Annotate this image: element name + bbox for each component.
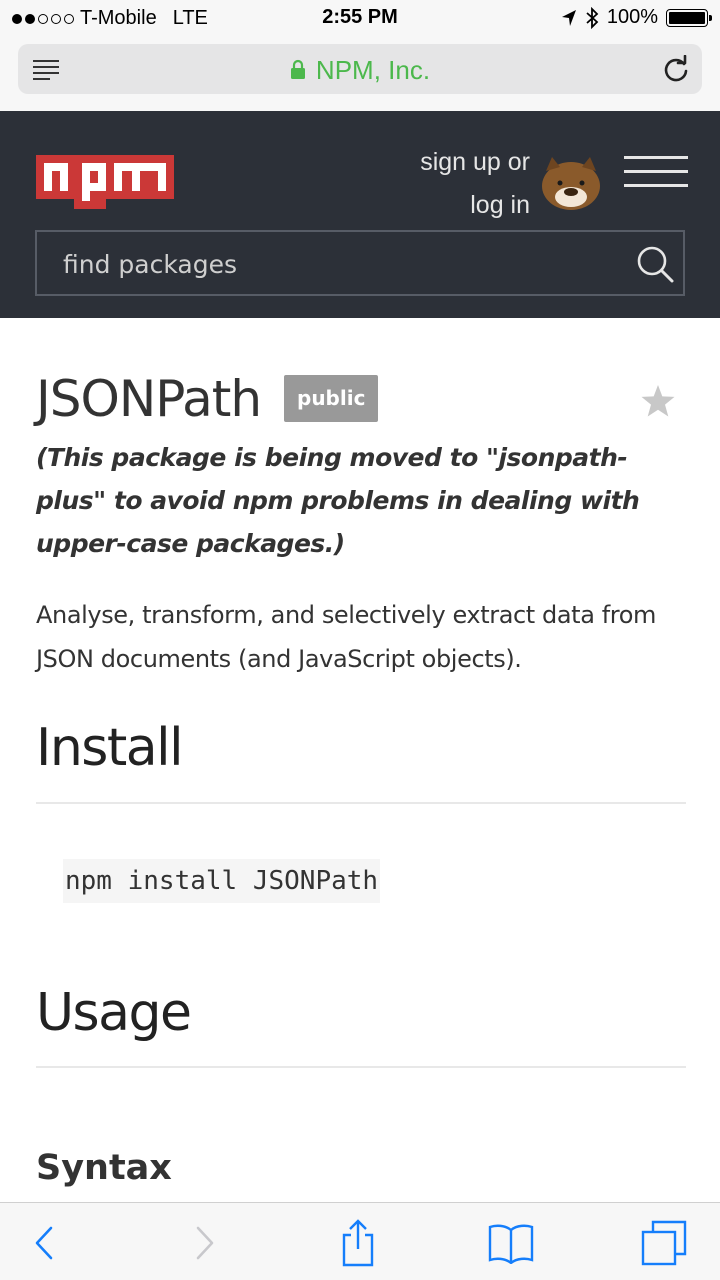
package-description: Analyse, transform, and selectively extr… [36,601,656,673]
back-button[interactable] [21,1219,69,1267]
browser-toolbar [0,1202,720,1280]
share-icon [342,1219,374,1267]
auth-links: sign up or log in [420,141,530,227]
url-display[interactable]: NPM, Inc. [18,55,702,86]
npm-logo[interactable] [36,155,174,209]
star-icon[interactable] [640,384,676,418]
package-name: JSONPath [36,370,262,428]
bluetooth-icon [586,6,599,29]
search-icon[interactable] [635,244,675,284]
location-icon [561,9,576,26]
tabs-button[interactable] [640,1219,688,1267]
usage-heading: Usage [36,983,192,1043]
visibility-badge: public [284,375,379,422]
url-text: NPM, Inc. [315,55,431,85]
wombat-avatar-icon[interactable] [540,153,602,211]
package-notice: (This package is being moved to "jsonpat… [36,443,640,558]
divider [36,1066,686,1068]
bookmarks-button[interactable] [487,1219,535,1267]
tabs-icon [641,1220,687,1266]
forward-button[interactable] [180,1219,228,1267]
status-right: 100% [561,6,712,29]
log-in-link[interactable]: log in [420,184,530,227]
status-bar: T-Mobile LTE 2:55 PM 100% [0,0,720,36]
reload-icon[interactable] [662,55,690,83]
address-bar[interactable]: NPM, Inc. [18,44,702,94]
share-button[interactable] [334,1219,382,1267]
site-header: sign up or log in [0,111,720,318]
battery-percent: 100% [606,6,658,28]
install-heading: Install [36,718,184,778]
syntax-heading: Syntax [36,1148,172,1188]
sign-up-link[interactable]: sign up or [420,141,530,184]
browser-top-bar: NPM, Inc. [0,36,720,111]
divider [36,802,686,804]
lock-icon [290,60,305,80]
search-input[interactable] [63,246,623,282]
battery-icon [666,8,712,27]
install-command: npm install JSONPath [63,859,381,903]
forward-icon [196,1226,214,1260]
package-search [35,230,685,296]
bookmarks-icon [488,1224,534,1264]
menu-icon[interactable] [624,156,688,188]
back-icon [35,1226,53,1260]
